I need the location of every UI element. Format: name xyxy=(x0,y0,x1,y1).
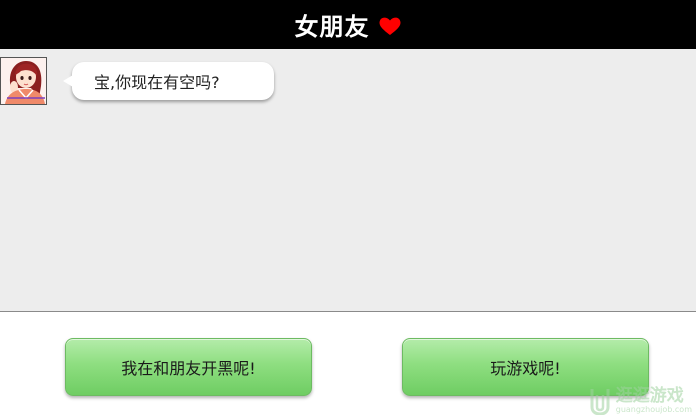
watermark-title: 逛逛游戏 xyxy=(615,386,684,406)
choice-label: 我在和朋友开黑呢! xyxy=(121,359,256,378)
message-text: 宝,你现在有空吗? xyxy=(94,73,220,92)
watermark-logo-icon xyxy=(590,389,610,415)
header-bar: 女朋友 xyxy=(0,0,696,49)
game-screen: 女朋友 宝,你现在有空吗? 我在和朋友开黑呢! 玩游戏呢! 逛逛游戏 guang… xyxy=(0,0,696,417)
contact-name-title: 女朋友 xyxy=(294,13,370,41)
girl-avatar xyxy=(0,57,47,105)
girl-avatar-illustration xyxy=(1,58,46,104)
choice-button-playing-with-friends[interactable]: 我在和朋友开黑呢! xyxy=(65,338,312,396)
watermark-url: guangzhoujob.com xyxy=(615,405,692,414)
chat-area: 宝,你现在有空吗? xyxy=(0,49,696,312)
message-bubble: 宝,你现在有空吗? xyxy=(63,62,274,100)
bubble-tail xyxy=(63,75,73,87)
heart-icon xyxy=(378,17,401,35)
watermark: 逛逛游戏 guangzhoujob.com xyxy=(588,385,692,415)
choice-label: 玩游戏呢! xyxy=(490,359,561,378)
watermark-text-block: 逛逛游戏 guangzhoujob.com xyxy=(616,387,692,415)
choice-panel: 我在和朋友开黑呢! 玩游戏呢! 逛逛游戏 guangzhoujob.com xyxy=(0,312,696,417)
